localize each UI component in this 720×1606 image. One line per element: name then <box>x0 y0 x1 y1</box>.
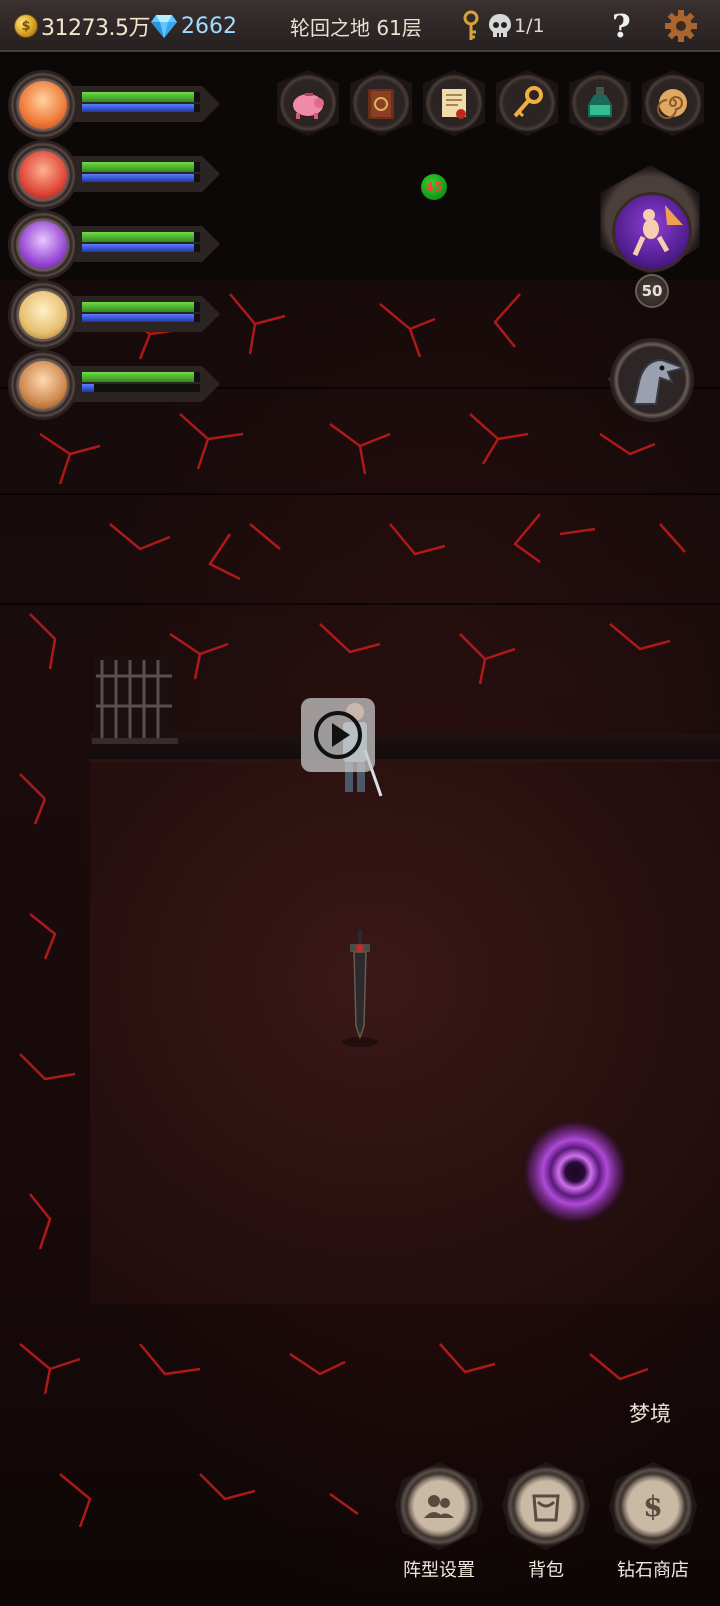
hp-bar <box>82 232 194 242</box>
item-slot-scroll[interactable] <box>423 70 485 142</box>
skull-count: 1/1 <box>514 15 545 37</box>
scroll-icon <box>442 89 466 119</box>
boss-level-badge: 50 <box>635 274 669 308</box>
winged-demon-icon <box>632 205 683 257</box>
golden-key-icon <box>513 86 543 118</box>
hero-bars <box>70 86 220 122</box>
diamond-amount: 2662 <box>181 13 237 39</box>
stage-title: 轮回之地 61层 <box>290 15 422 40</box>
count-badge[interactable]: 45 <box>421 174 447 200</box>
team-formation-label: 阵型设置 <box>403 1560 475 1581</box>
svg-text:$: $ <box>643 1490 662 1523</box>
hp-bar <box>82 302 194 312</box>
gold-amount: 31273.5万 <box>41 16 150 41</box>
backpack-label: 背包 <box>528 1560 564 1581</box>
auto-play-button[interactable] <box>301 698 375 772</box>
hero-portrait <box>19 221 67 269</box>
resource-bar: $ 31273.5万 2662 轮回之地 61层 1/1 ? <box>0 0 720 52</box>
raven-icon <box>632 358 688 405</box>
hp-bar <box>82 372 194 382</box>
raven-skill-button[interactable] <box>610 338 694 422</box>
hero-bars <box>70 226 220 262</box>
key-icon <box>460 10 482 42</box>
iron-gate[interactable] <box>92 656 178 746</box>
hero-slot-4[interactable] <box>10 282 220 348</box>
hero-bars <box>70 366 220 402</box>
dollar-shop-icon: $ <box>643 1490 662 1523</box>
play-icon <box>314 711 362 759</box>
hero-slot-2[interactable] <box>10 142 220 208</box>
purple-portal[interactable] <box>520 1117 630 1227</box>
boss-portrait[interactable] <box>612 192 692 272</box>
hero-slot-3[interactable] <box>10 212 220 278</box>
hero-portrait <box>19 81 67 129</box>
wall-ledge <box>90 734 720 762</box>
hp-bar <box>82 162 194 172</box>
diamond-shop-label: 钻石商店 <box>617 1560 689 1581</box>
potion-bottle-icon <box>588 87 612 117</box>
help-button[interactable]: ? <box>612 7 631 45</box>
hero-slot-1[interactable] <box>10 72 220 138</box>
item-slot-piggy-bank[interactable] <box>277 70 339 142</box>
hp-bar <box>82 92 194 102</box>
piggy-bank-icon <box>293 93 324 119</box>
item-slot-golden-key[interactable] <box>496 70 558 142</box>
item-slot-potion[interactable] <box>569 70 631 142</box>
skull-icon <box>488 13 512 39</box>
spellbook-icon <box>368 89 394 119</box>
mp-bar <box>82 244 194 252</box>
hero-slot-5[interactable] <box>10 352 220 418</box>
hero-portrait <box>19 151 67 199</box>
hero-bars <box>70 296 220 332</box>
gold-coin-icon: $ <box>14 14 38 38</box>
dream-mode-label[interactable]: 梦境 <box>629 1398 671 1428</box>
item-slot-spiral-shell[interactable] <box>642 70 704 142</box>
mp-bar <box>82 384 94 392</box>
item-slot-spellbook[interactable] <box>350 70 412 142</box>
hero-portrait <box>19 291 67 339</box>
settings-gear-icon[interactable] <box>664 9 698 43</box>
hero-portrait <box>19 361 67 409</box>
diamond-icon <box>150 13 178 39</box>
backpack-icon <box>532 1494 560 1522</box>
team-formation-icon <box>424 1495 454 1518</box>
mp-bar <box>82 314 194 322</box>
mp-bar <box>82 104 194 112</box>
dark-sword-item[interactable] <box>340 930 380 1050</box>
spiral-shell-icon <box>657 89 687 119</box>
mp-bar <box>82 174 194 182</box>
hero-bars <box>70 156 220 192</box>
